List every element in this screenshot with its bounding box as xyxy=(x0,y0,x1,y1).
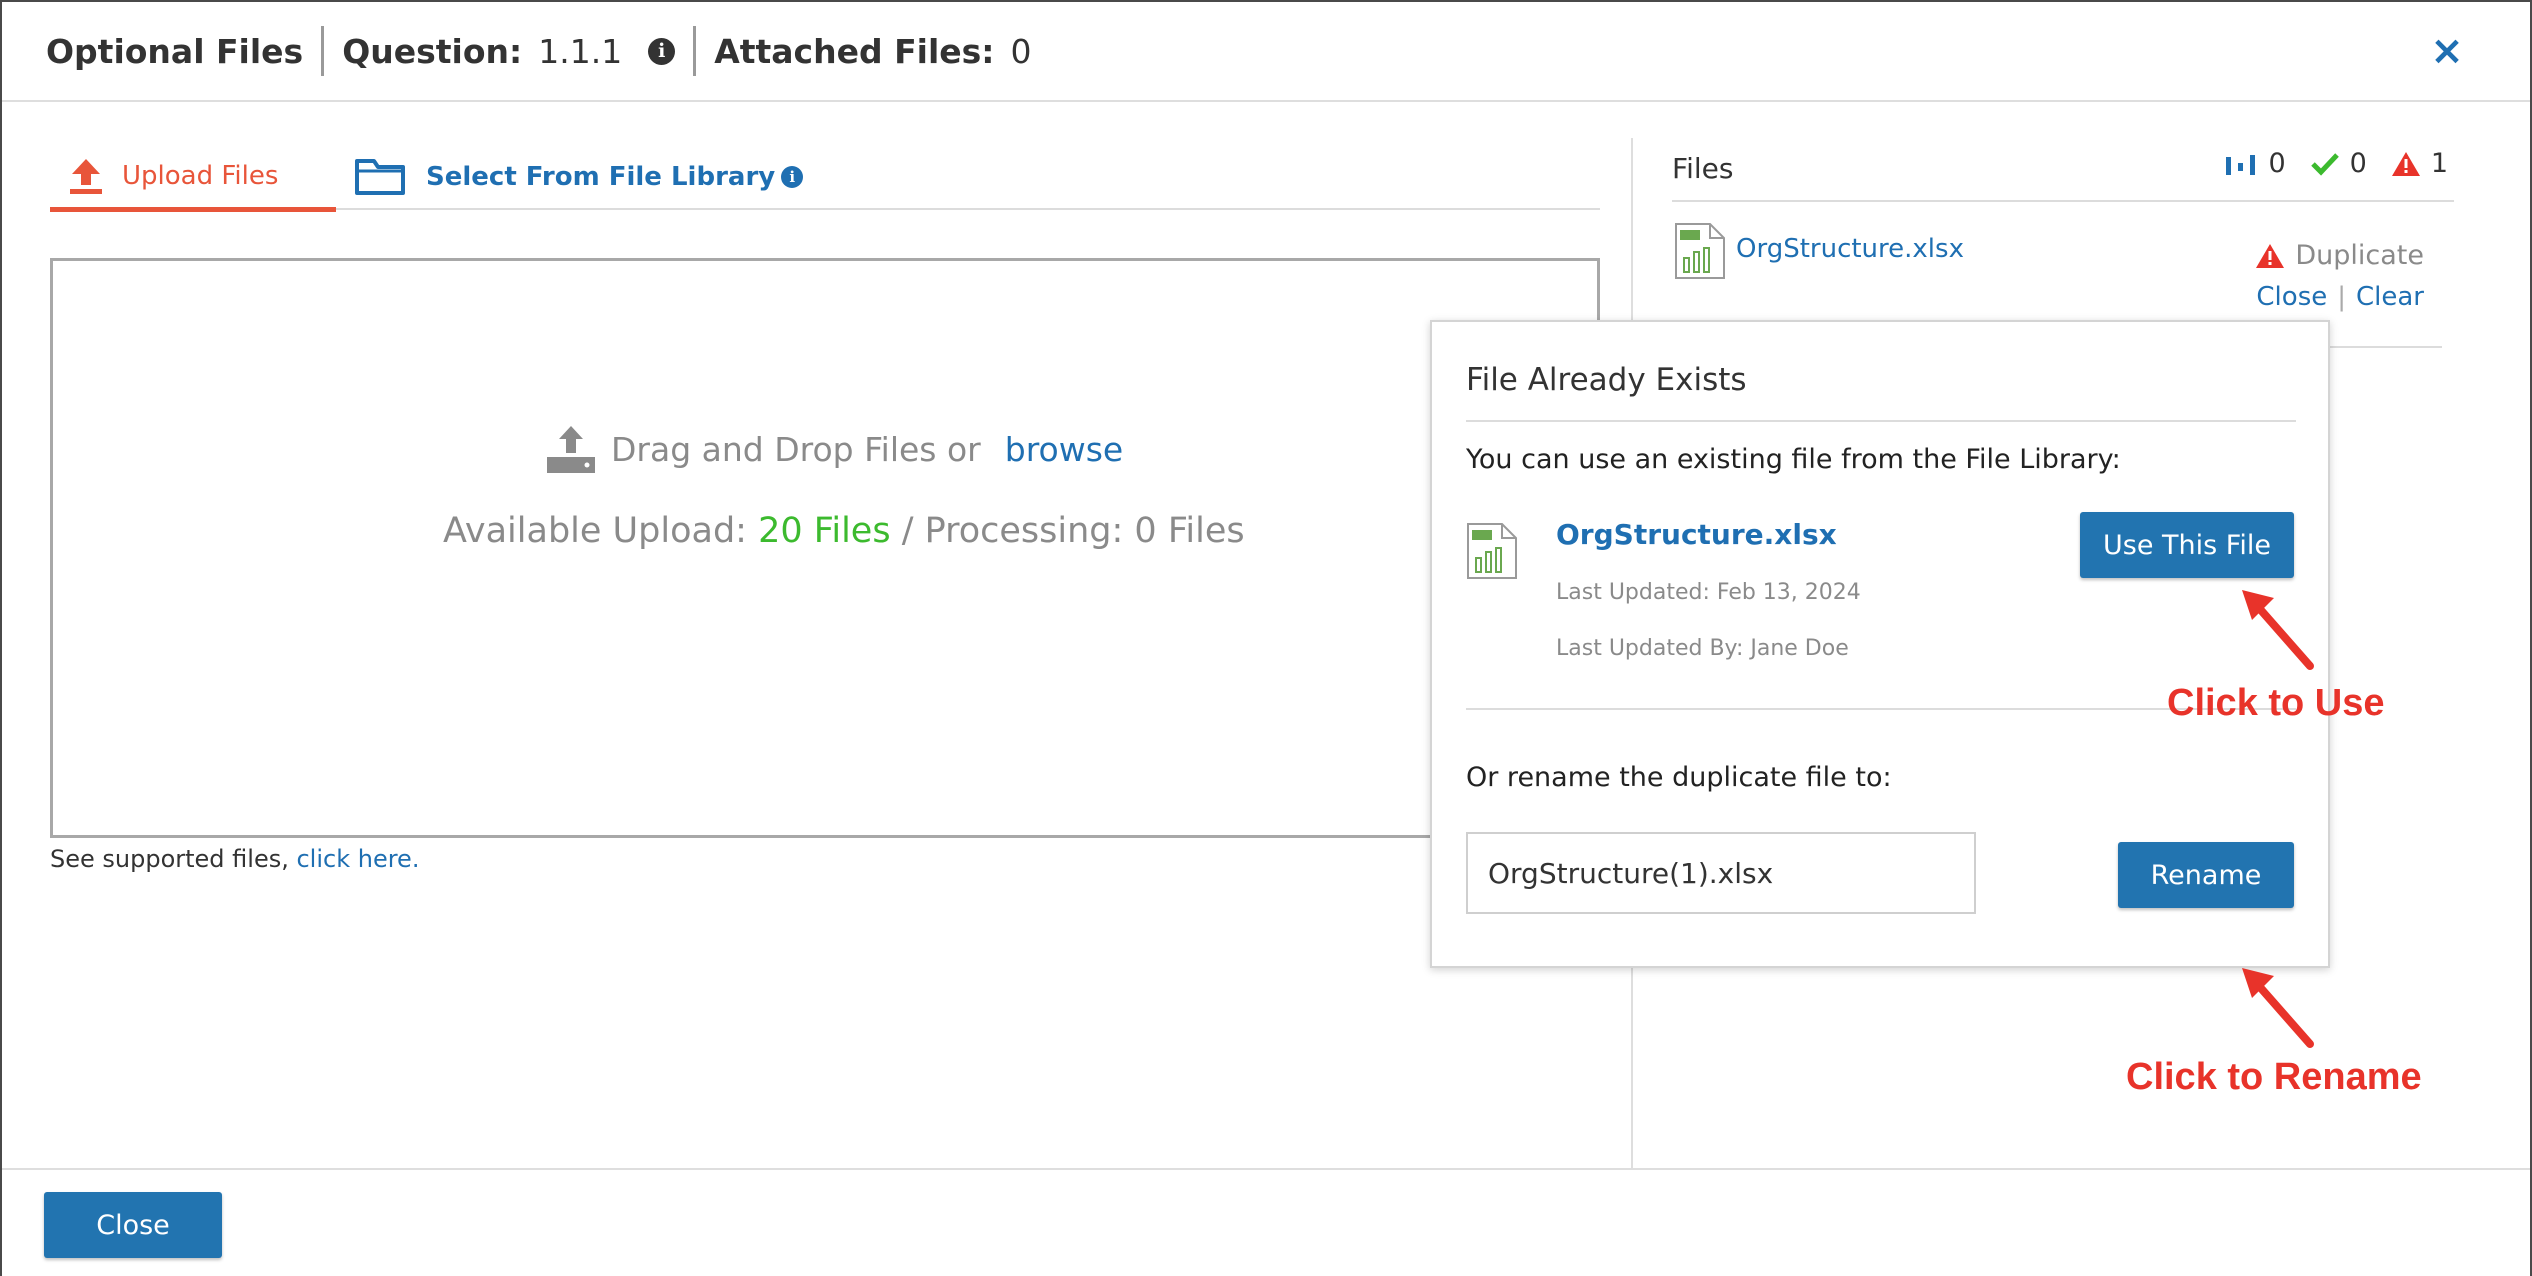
upload-tray-icon xyxy=(547,426,595,473)
click-to-use-annotation: Click to Use xyxy=(2167,682,2385,724)
supported-files-note: See supported files, click here. xyxy=(50,845,419,873)
xlsx-file-icon xyxy=(1467,523,1517,579)
close-icon[interactable]: × xyxy=(2424,28,2470,74)
last-updated-by: Last Updated By: Jane Doe xyxy=(1556,636,1849,661)
popup-title: File Already Exists xyxy=(1466,362,1747,398)
warning-count: 1 xyxy=(2391,148,2448,179)
attached-files-label: Attached Files: xyxy=(714,31,995,71)
modal-footer: Close xyxy=(2,1168,2530,1276)
duplicate-status: Duplicate xyxy=(2255,240,2424,271)
header-separator xyxy=(693,26,697,76)
supported-text: See supported files, xyxy=(50,845,297,873)
upload-tabs: Upload Files Select From File Library i xyxy=(50,144,1600,212)
success-count-value: 0 xyxy=(2349,148,2367,179)
xlsx-file-icon xyxy=(1675,223,1725,279)
use-this-file-button[interactable]: Use This File xyxy=(2080,512,2294,578)
header-title-group: Optional Files Question: 1.1.1 i Attache… xyxy=(46,26,1031,76)
question-value: 1.1.1 xyxy=(538,31,623,71)
file-status-counts: 0 0 1 xyxy=(2200,148,2448,179)
arrow-to-rename-icon xyxy=(2242,968,2314,1048)
browse-link[interactable]: browse xyxy=(1005,430,1123,469)
tab-upload-label: Upload Files xyxy=(122,160,279,191)
file-name-link[interactable]: OrgStructure.xlsx xyxy=(1736,234,1964,264)
upload-arrow-icon xyxy=(70,158,102,194)
uploading-count: 0 xyxy=(2224,148,2286,179)
drag-drop-text: Drag and Drop Files or xyxy=(611,429,981,469)
warning-count-value: 1 xyxy=(2430,148,2448,179)
arrow-to-use-icon xyxy=(2242,590,2314,670)
warning-triangle-icon xyxy=(2256,243,2285,268)
popup-description: You can use an existing file from the Fi… xyxy=(1466,444,2121,475)
header-separator xyxy=(321,26,325,76)
file-actions: Close | Clear xyxy=(2256,282,2424,312)
library-info-icon[interactable]: i xyxy=(781,166,804,188)
success-count: 0 xyxy=(2310,148,2367,179)
close-button[interactable]: Close xyxy=(44,1192,222,1258)
modal-header: Optional Files Question: 1.1.1 i Attache… xyxy=(2,2,2530,102)
tab-upload-files[interactable]: Upload Files xyxy=(50,144,336,212)
duplicate-label: Duplicate xyxy=(2295,240,2424,271)
available-count: 20 Files xyxy=(758,511,891,551)
warning-triangle-icon xyxy=(2391,151,2420,176)
files-title: Files xyxy=(1672,151,1734,185)
supported-files-link[interactable]: click here. xyxy=(296,845,419,873)
files-panel-header: Files 0 0 1 xyxy=(1672,136,2454,202)
rename-input[interactable] xyxy=(1466,832,1976,914)
click-to-rename-annotation: Click to Rename xyxy=(2126,1056,2422,1098)
question-label: Question: xyxy=(342,31,523,71)
attached-files-value: 0 xyxy=(1010,31,1032,71)
tab-library-label: Select From File Library xyxy=(426,162,776,192)
last-updated: Last Updated: Feb 13, 2024 xyxy=(1556,580,1861,605)
folder-icon xyxy=(355,159,405,195)
processing-text: / Processing: 0 Files xyxy=(890,511,1245,551)
upload-availability: Available Upload: 20 Files / Processing:… xyxy=(443,511,1245,551)
rename-label: Or rename the duplicate file to: xyxy=(1466,762,1892,793)
popup-divider xyxy=(1466,420,2296,422)
rename-button[interactable]: Rename xyxy=(2118,842,2294,908)
drag-drop-line: Drag and Drop Files or browse xyxy=(545,423,1123,475)
link-separator: | xyxy=(2337,282,2346,312)
uploading-count-value: 0 xyxy=(2268,148,2286,179)
clear-file-link[interactable]: Clear xyxy=(2356,282,2424,312)
file-exists-popup: File Already Exists You can use an exist… xyxy=(1430,320,2330,968)
modal-dialog: Optional Files Question: 1.1.1 i Attache… xyxy=(0,0,2532,1276)
drop-zone[interactable]: Drag and Drop Files or browse Available … xyxy=(50,258,1600,838)
optional-files-title: Optional Files xyxy=(46,31,304,71)
tab-file-library[interactable]: Select From File Library i xyxy=(354,144,804,210)
available-label: Available Upload: xyxy=(443,511,759,551)
existing-file-name[interactable]: OrgStructure.xlsx xyxy=(1556,518,1837,551)
close-file-link[interactable]: Close xyxy=(2256,282,2327,312)
progress-bars-icon xyxy=(2226,154,2256,175)
checkmark-icon xyxy=(2310,152,2339,176)
info-icon[interactable]: i xyxy=(648,37,676,65)
